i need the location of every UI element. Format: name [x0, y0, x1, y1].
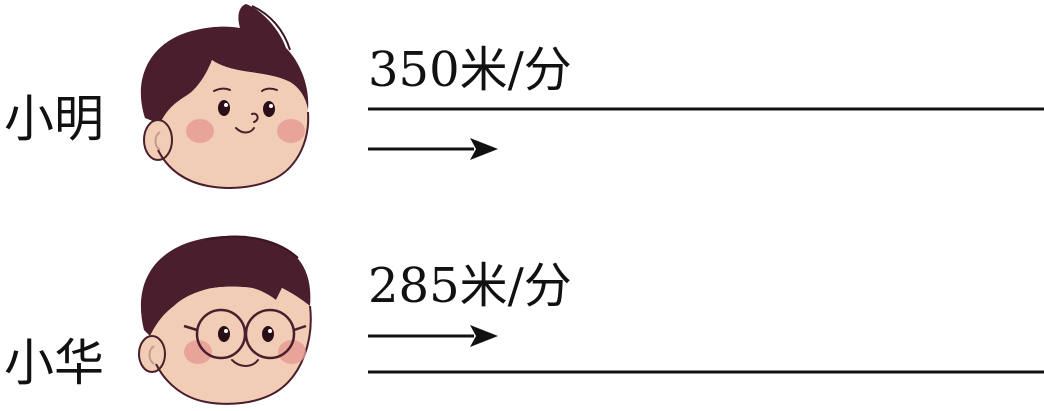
eye-right	[263, 101, 275, 117]
eye-right	[262, 326, 274, 342]
ear	[143, 119, 173, 161]
eye-left	[218, 100, 230, 116]
ear	[138, 335, 166, 373]
avatar-xiaohua	[138, 235, 312, 405]
cheek-left	[186, 119, 214, 143]
diagram-canvas	[138, 4, 1044, 405]
glasses-bridge	[243, 327, 248, 333]
cheek-right	[277, 119, 305, 143]
eye-left	[218, 326, 230, 342]
arrow-icon-xiaoming	[368, 138, 498, 160]
avatar-xiaoming	[140, 4, 310, 189]
arrow-icon-xiaohua	[368, 325, 498, 347]
